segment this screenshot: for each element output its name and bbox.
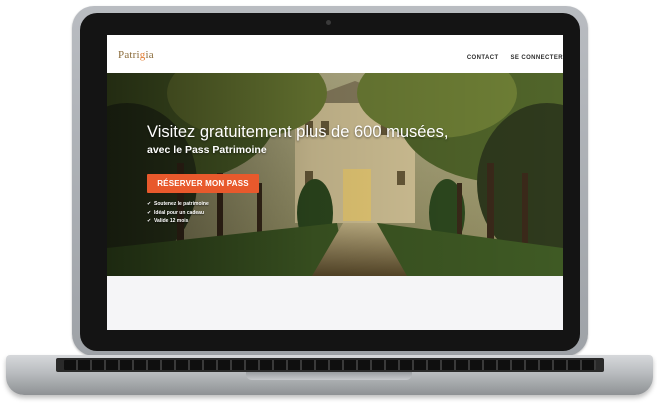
hero-banner: Visitez gratuitement plus de 600 musées,… (107, 73, 563, 276)
main-nav: CONTACT SE CONNECTER (467, 55, 563, 61)
check-icon: ✔ (147, 218, 152, 224)
feature-item: ✔ Idéal pour un cadeau (147, 209, 209, 218)
site-header: Patrigia CONTACT SE CONNECTER (107, 35, 563, 73)
feature-item: ✔ Soutenez le patrimoine (147, 200, 209, 209)
nav-contact-link[interactable]: CONTACT (467, 55, 499, 61)
feature-label: Soutenez le patrimoine (154, 201, 209, 207)
hero-title: Visitez gratuitement plus de 600 musées, (147, 123, 449, 141)
check-icon: ✔ (147, 209, 152, 216)
hero-subtitle: avec le Pass Patrimoine (147, 144, 267, 156)
feature-label: Idéal pour un cadeau (154, 209, 205, 216)
check-icon: ✔ (147, 201, 152, 207)
feature-label: Valide 12 mois (154, 218, 189, 224)
webcam-icon (326, 20, 331, 25)
feature-item: ✔ Valide 12 mois (147, 217, 209, 226)
nav-login-link[interactable]: SE CONNECTER (511, 55, 563, 61)
reserve-pass-button[interactable]: RÉSERVER MON PASS (147, 174, 259, 193)
patrigia-logo[interactable]: Patrigia (118, 49, 154, 61)
feature-list: ✔ Soutenez le patrimoine ✔ Idéal pour un c… (147, 200, 209, 226)
website-screen: Patrigia CONTACT SE CONNECTER Visitez gr… (107, 35, 563, 330)
lid-opening-notch (246, 372, 412, 380)
keyboard-keys (64, 360, 596, 370)
